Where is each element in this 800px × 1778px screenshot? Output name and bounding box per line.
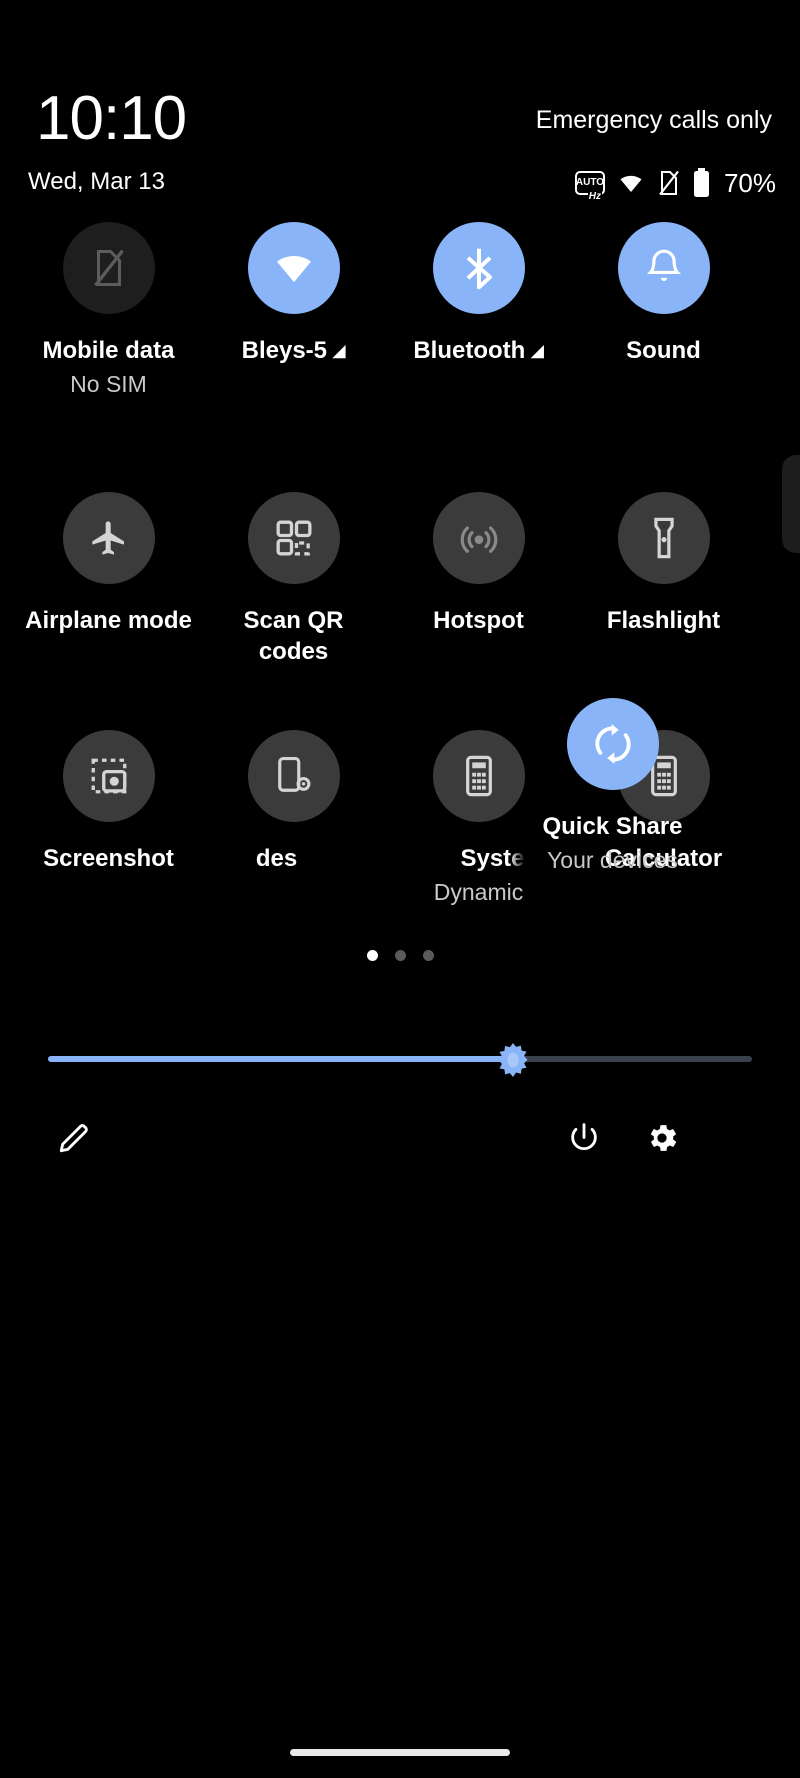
status-header: 10:10 Emergency calls only Wed, Mar 13 A…: [0, 0, 800, 230]
tile-icon-circle[interactable]: [617, 492, 710, 584]
tile-sublabel: Dynamic: [433, 878, 524, 905]
tile-scan-qr-codes[interactable]: Scan QR codes: [201, 492, 386, 730]
tile-partial-left[interactable]: des: [201, 730, 386, 960]
tile-icon-circle[interactable]: [62, 492, 155, 584]
tile-label: Sound: [626, 337, 701, 364]
battery-icon: [692, 168, 711, 198]
tile-icon-circle[interactable]: [247, 492, 340, 584]
page-indicator: [0, 950, 800, 961]
wifi-icon: [616, 171, 646, 195]
quick-settings-grid: Mobile data No SIM Bleys-5 ◢ Bluetooth ◢…: [0, 222, 800, 960]
navigation-bar: [0, 1704, 800, 1778]
page-dot-1[interactable]: [366, 950, 378, 961]
refresh-rate-unit-label: Hz: [587, 191, 602, 202]
tile-bluetooth[interactable]: Bluetooth ◢: [386, 222, 571, 492]
tile-icon-circle[interactable]: [566, 698, 659, 790]
tile-label: Quick Share: [542, 813, 683, 840]
brightness-slider[interactable]: [48, 1043, 752, 1077]
tile-icon-circle[interactable]: [432, 222, 525, 314]
tile-row-1: Mobile data No SIM Bleys-5 ◢ Bluetooth ◢…: [0, 222, 800, 492]
tile-label: Flashlight: [606, 607, 721, 634]
tile-label: Airplane mode: [25, 607, 192, 634]
tile-label: Bleys-5 ◢: [242, 336, 346, 367]
clock: 10:10: [36, 84, 187, 153]
tile-mobile-data[interactable]: Mobile data No SIM: [16, 222, 201, 492]
chevron-expand-icon[interactable]: ◢: [333, 342, 345, 362]
page-dot-3[interactable]: [422, 950, 434, 961]
tile-sound[interactable]: Sound: [571, 222, 756, 492]
battery-percent-label: 70%: [723, 167, 776, 198]
tile-icon-circle[interactable]: [432, 730, 525, 822]
power-button[interactable]: [558, 1112, 610, 1164]
tile-icon-circle[interactable]: [432, 492, 525, 584]
tile-airplane-mode[interactable]: Airplane mode: [16, 492, 201, 730]
tile-screenshot[interactable]: Screenshot: [16, 730, 201, 960]
footer-actions: [0, 1112, 800, 1172]
tile-sublabel: No SIM: [70, 370, 147, 397]
tile-label: Scan QR codes: [243, 607, 344, 665]
tile-icon-circle[interactable]: [62, 222, 155, 314]
pencil-icon: [57, 1121, 91, 1155]
tile-quick-share[interactable]: Quick Share Your devices: [520, 698, 705, 928]
tile-hotspot[interactable]: Hotspot: [386, 492, 571, 730]
tile-label-text: Bleys-5: [241, 337, 328, 364]
power-icon: [567, 1121, 601, 1155]
tile-icon-circle[interactable]: [247, 222, 340, 314]
tile-label: Hotspot: [433, 607, 524, 634]
tile-icon-circle[interactable]: [247, 730, 340, 822]
tile-sublabel: Your devices: [547, 846, 678, 873]
no-sim-icon: [657, 169, 681, 197]
refresh-rate-auto-label: AUTO: [575, 177, 605, 188]
brightness-sun-icon[interactable]: [496, 1043, 530, 1077]
tile-row-3: Screenshot des Syste Dynamic Calculator …: [0, 698, 800, 960]
tile-label-text: Bluetooth: [413, 337, 526, 364]
tile-wifi[interactable]: Bleys-5 ◢: [201, 222, 386, 492]
carrier-status: Emergency calls only: [535, 106, 772, 134]
tile-row-2: Airplane mode Scan QR codes Hotspot Flas…: [0, 492, 800, 730]
tile-label: des: [255, 845, 298, 872]
tile-label: Screenshot: [43, 845, 174, 872]
tile-label: Syste: [460, 845, 525, 872]
gear-icon: [644, 1120, 680, 1156]
page-dot-2[interactable]: [394, 950, 406, 961]
slider-fill: [48, 1056, 513, 1062]
tile-label: Bluetooth ◢: [413, 336, 543, 367]
quick-settings-panel: 10:10 Emergency calls only Wed, Mar 13 A…: [0, 0, 800, 1778]
tile-icon-circle[interactable]: [62, 730, 155, 822]
home-gesture-pill[interactable]: [290, 1749, 510, 1756]
chevron-expand-icon[interactable]: ◢: [531, 342, 543, 362]
edit-tiles-button[interactable]: [48, 1112, 100, 1164]
settings-button[interactable]: [636, 1112, 688, 1164]
tile-flashlight[interactable]: Flashlight: [571, 492, 756, 730]
refresh-rate-auto-icon: AUTO Hz: [574, 171, 605, 202]
status-icons: AUTO Hz 70%: [574, 166, 776, 202]
date-text: Wed, Mar 13: [28, 168, 165, 195]
tile-label: Mobile data: [42, 337, 175, 364]
tile-icon-circle[interactable]: [617, 222, 710, 314]
